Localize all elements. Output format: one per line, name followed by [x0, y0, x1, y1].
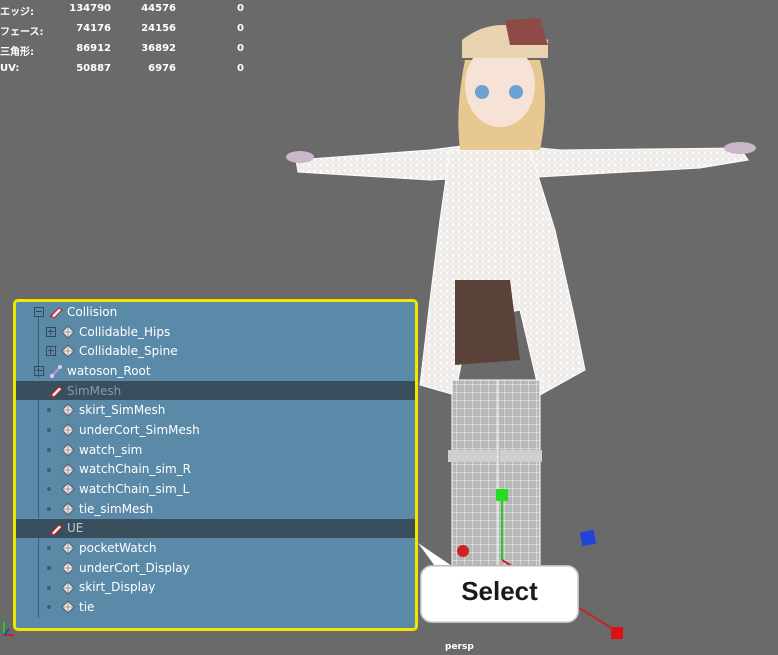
outliner-item-label: UE [67, 521, 84, 536]
outliner-item-label: pocketWatch [79, 541, 157, 556]
outliner-item-undercort-display[interactable]: underCort_Display [16, 558, 415, 578]
callout-text: Select [461, 576, 538, 606]
joint-icon [50, 365, 62, 379]
outliner-item-label: skirt_Display [79, 580, 156, 595]
outliner-item-watoson-root[interactable]: watoson_Root [16, 361, 415, 381]
outliner-item-label: skirt_SimMesh [79, 403, 166, 418]
mesh-icon [61, 502, 75, 516]
tree-node-dot [47, 447, 51, 452]
expand-toggle[interactable] [46, 326, 56, 337]
tree-node-dot [47, 506, 51, 511]
outliner-item-label: Collidable_Hips [79, 324, 171, 339]
group-icon [49, 307, 63, 319]
tree-node-dot [47, 428, 51, 433]
outliner-item-tie[interactable]: tie [16, 597, 415, 617]
mesh-icon [61, 561, 75, 575]
outliner-item-label: tie [79, 600, 95, 615]
mesh-icon [61, 403, 75, 418]
outliner-item-pocketwatch[interactable]: pocketWatch [16, 538, 415, 558]
outliner-item-label: underCort_SimMesh [79, 422, 200, 437]
mesh-icon [61, 580, 75, 595]
collapse-toggle[interactable] [34, 307, 44, 317]
mesh-icon [61, 344, 75, 359]
select-callout: Select [420, 565, 579, 623]
outliner-item-label: watchChain_sim_R [79, 462, 191, 477]
outliner-item-watchchain-sim-r[interactable]: watchChain_sim_R [16, 460, 415, 480]
outliner-item-watch-sim[interactable]: watch_sim [16, 440, 415, 460]
mesh-icon [61, 324, 75, 339]
outliner-item-label: Collision [67, 304, 118, 319]
character-head [458, 18, 548, 150]
tree-node-dot [47, 408, 51, 413]
collapse-toggle[interactable] [34, 385, 44, 396]
character-skirt [455, 280, 520, 365]
outliner-item-ue[interactable]: UE [16, 518, 415, 539]
outliner-item-label: underCort_Display [79, 560, 190, 575]
outliner-item-undercort-simmesh[interactable]: underCort_SimMesh [16, 420, 415, 440]
tree-node-dot [47, 585, 51, 590]
tree-node-dot [47, 467, 51, 472]
outliner-item-label: Collidable_Spine [79, 344, 178, 359]
tree-node-dot [47, 565, 51, 570]
mesh-icon [61, 541, 75, 555]
mesh-icon [61, 423, 75, 437]
tree-node-dot [47, 487, 51, 492]
outliner-item-label: watchChain_sim_L [79, 482, 190, 497]
outliner-item-skirt-simmesh[interactable]: skirt_SimMesh [16, 400, 415, 420]
outliner-item-label: tie_simMesh [79, 501, 154, 516]
tree-node-dot [47, 605, 51, 610]
mesh-icon [61, 443, 75, 457]
group-icon [49, 386, 63, 398]
outliner-item-collidable-spine[interactable]: Collidable_Spine [16, 341, 415, 361]
outliner-panel[interactable]: Collision Collidable_Hips Collidable_Spi… [13, 299, 418, 631]
mesh-icon [61, 482, 75, 496]
collapse-toggle[interactable] [34, 523, 44, 534]
outliner-item-label: SimMesh [67, 383, 122, 398]
group-icon [49, 523, 63, 536]
tree-node-dot [47, 546, 51, 551]
expand-toggle[interactable] [46, 346, 56, 357]
mesh-icon [61, 600, 75, 615]
outliner-item-watchchain-sim-l[interactable]: watchChain_sim_L [16, 479, 415, 499]
camera-label: persp [445, 642, 474, 652]
outliner-item-label: watch_sim [79, 442, 143, 457]
outliner-item-tie-simmesh[interactable]: tie_simMesh [16, 499, 415, 519]
outliner-item-label: watoson_Root [67, 363, 151, 378]
outliner-item-collidable-hips[interactable]: Collidable_Hips [16, 322, 415, 342]
mesh-icon [61, 462, 75, 477]
expand-toggle[interactable] [34, 366, 44, 377]
outliner-item-collision[interactable]: Collision [16, 302, 415, 322]
outliner-item-skirt-display[interactable]: skirt_Display [16, 578, 415, 598]
outliner-item-simmesh[interactable]: SimMesh [16, 380, 415, 401]
